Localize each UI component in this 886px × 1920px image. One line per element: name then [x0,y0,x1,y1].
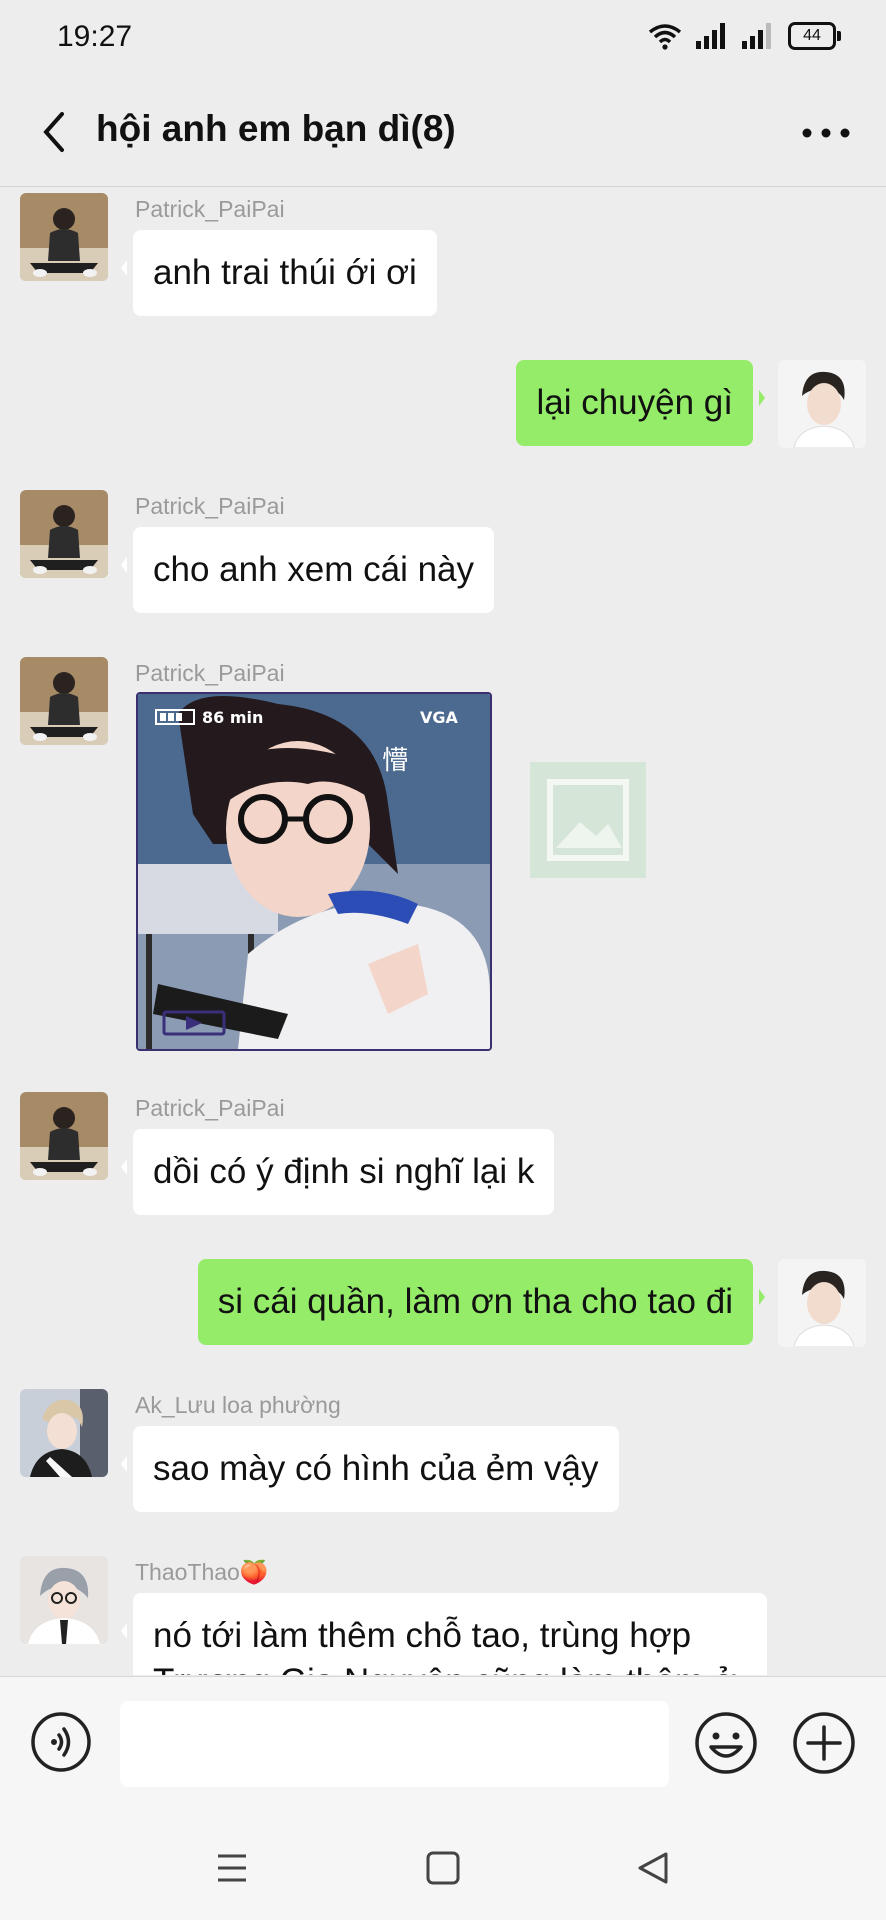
more-options-button[interactable] [796,110,856,156]
voice-icon [31,1712,91,1772]
triangle-back-icon [638,1852,668,1884]
message-bubble-incoming[interactable]: anh trai thúi ới ơi [121,230,437,316]
more-dots-icon [802,128,850,138]
status-icons: 44 [648,22,841,50]
message-input-bar [0,1676,886,1817]
avatar-patrick[interactable] [20,1092,108,1180]
photo-character: 懵 [382,746,408,776]
plus-icon [793,1712,855,1774]
sender-name: Patrick_PaiPai [135,493,285,519]
message-bubble-incoming[interactable]: sao mày có hình của ẻm vậy [121,1426,619,1512]
avatar-patrick[interactable] [20,193,108,281]
chevron-left-icon [43,112,64,152]
avatar-patrick[interactable] [20,657,108,745]
watermark-icon [530,762,646,878]
message-bubble-outgoing[interactable]: lại chuyện gì [516,360,765,446]
avatar-thaothao[interactable] [20,1556,108,1644]
sender-name: Ak_Lưu loa phường [135,1392,341,1418]
message-bubble-incoming[interactable]: cho anh xem cái này [120,527,495,613]
status-time: 19:27 [57,20,133,53]
message-bubble-outgoing[interactable]: si cái quần, làm ơn tha cho tao đi [197,1259,766,1345]
avatar-patrick[interactable] [20,490,108,578]
sender-name: ThaoThao🍑 [135,1559,269,1585]
image-message[interactable]: 86 min VGA 懵 [136,692,492,1051]
recent-apps-button[interactable] [210,1846,254,1890]
message-bubble-incoming[interactable]: dồi có ý định si nghĩ lại k [120,1129,555,1215]
recording-duration: 86 min [202,708,263,727]
message-input[interactable] [120,1701,669,1787]
message-bubble-incoming[interactable]: nó tới làm thêm chỗ tao, trùng hợp Trươn… [121,1593,767,1675]
message-list[interactable]: Patrick_PaiPai anh trai thúi ới ơi lại c… [0,187,886,1675]
system-nav-bar [0,1816,886,1920]
signal-icon [696,23,725,49]
emoji-icon [695,1712,757,1774]
sender-name: Patrick_PaiPai [135,660,285,686]
avatar-ak[interactable] [20,1389,108,1477]
more-actions-button[interactable] [792,1711,856,1775]
status-bar: 19:27 44 [0,0,886,80]
square-icon [426,1851,460,1885]
video-quality: VGA [420,708,459,727]
avatar-self[interactable] [778,1259,866,1347]
sender-name: Patrick_PaiPai [135,1095,285,1121]
menu-lines-icon [218,1854,246,1882]
chat-header: hội anh em bạn dì(8) [0,80,886,187]
chat-title: hội anh em bạn dì(8) [96,108,456,149]
sender-name: Patrick_PaiPai [135,196,285,222]
signal-icon [742,23,771,49]
avatar-self[interactable] [778,360,866,448]
battery-indicator: 44 [788,22,841,50]
emoji-button[interactable] [694,1711,758,1775]
back-nav-button[interactable] [632,1846,676,1890]
voice-button[interactable] [30,1711,92,1773]
back-button[interactable] [28,106,80,158]
home-button[interactable] [421,1846,465,1890]
battery-level: 44 [803,27,821,44]
wifi-icon [648,24,682,50]
